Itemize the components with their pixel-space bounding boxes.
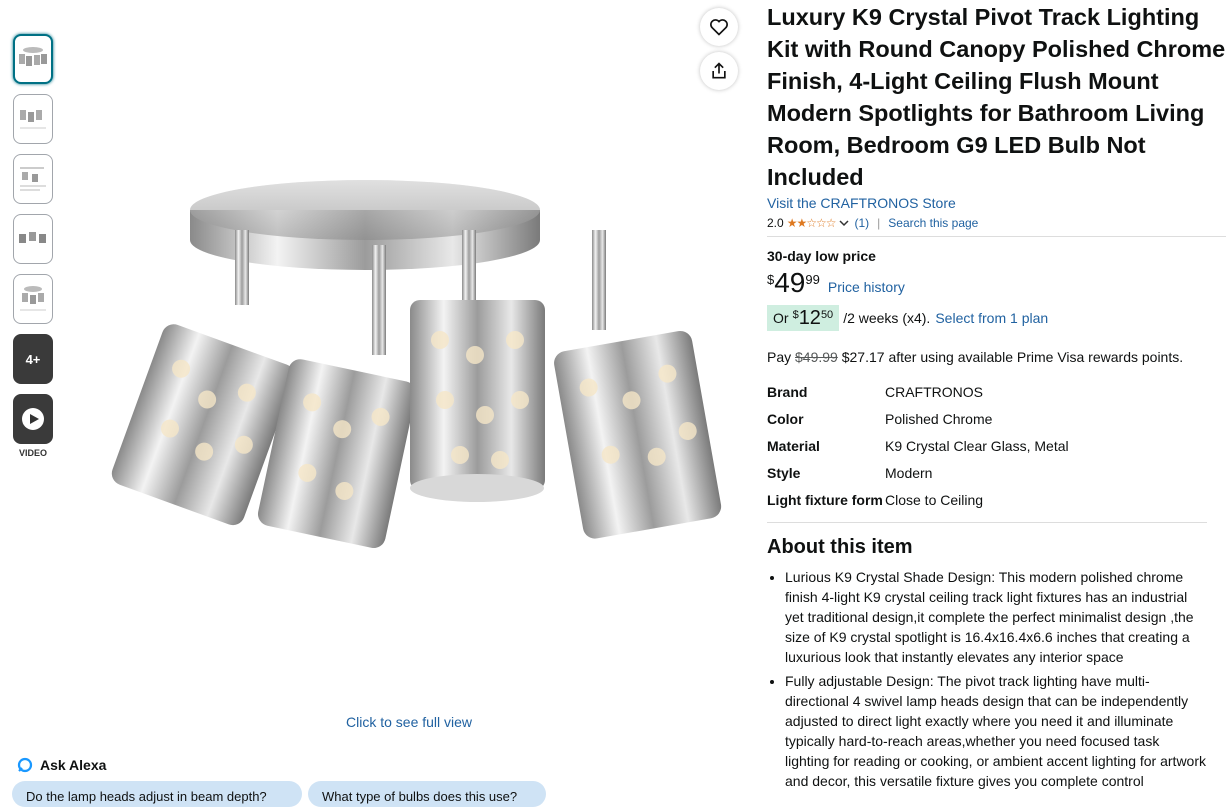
- search-page-link[interactable]: Search this page: [888, 216, 978, 230]
- video-thumbnail[interactable]: [13, 394, 53, 444]
- wishlist-heart-button[interactable]: [700, 8, 738, 46]
- plan-whole: 12: [798, 307, 821, 329]
- alexa-chip-2[interactable]: What type of bulbs does this use?: [308, 781, 546, 807]
- attribute-value: Polished Chrome: [885, 411, 993, 427]
- price-symbol: $: [767, 272, 775, 287]
- attribute-value: K9 Crystal Clear Glass, Metal: [885, 438, 1069, 454]
- rating-count-link[interactable]: (1): [854, 216, 869, 230]
- main-product-image[interactable]: [75, 150, 750, 550]
- divider: [767, 522, 1207, 523]
- price-history-link[interactable]: Price history: [828, 279, 905, 295]
- rating-row: 2.0 ★★☆☆☆ (1) | Search this page: [767, 216, 1226, 237]
- chevron-down-icon[interactable]: [838, 217, 850, 229]
- list-item: Fully adjustable Design: The pivot track…: [785, 671, 1207, 791]
- price-whole: 49: [774, 267, 806, 298]
- alexa-chip-1[interactable]: Do the lamp heads adjust in beam depth?: [12, 781, 302, 807]
- share-icon: [712, 62, 726, 79]
- plan-badge: Or $ 12 50: [767, 305, 840, 331]
- attribute-value: Modern: [885, 465, 933, 481]
- about-heading: About this item: [767, 536, 913, 558]
- ask-alexa-label: Ask Alexa: [40, 757, 107, 773]
- attribute-row: Material K9 Crystal Clear Glass, Metal: [767, 433, 1069, 460]
- plan-fraction: 50: [820, 309, 834, 321]
- share-button[interactable]: [700, 52, 738, 90]
- alexa-suggestions: Do the lamp heads adjust in beam depth? …: [12, 781, 546, 807]
- attribute-key: Material: [767, 438, 820, 454]
- store-link[interactable]: Visit the CRAFTRONOS Store: [767, 195, 1226, 211]
- attribute-key: Light fixture form: [767, 492, 883, 508]
- attribute-row: Brand CRAFTRONOS: [767, 379, 1069, 406]
- pay-suffix: after using available Prime Visa rewards…: [888, 349, 1184, 365]
- attribute-row: Light fixture form Close to Ceiling: [767, 487, 1069, 514]
- thumbnail-2[interactable]: [13, 94, 53, 144]
- list-item: Lurious K9 Crystal Shade Design: This mo…: [785, 567, 1207, 667]
- plan-or: Or: [773, 310, 789, 326]
- thumbnail-5[interactable]: [13, 274, 53, 324]
- product-details: Luxury K9 Crystal Pivot Track Lighting K…: [767, 0, 1226, 795]
- pay-new-price: $27.17: [841, 349, 885, 365]
- low-price-label: 30-day low price: [767, 248, 876, 264]
- price-fraction: 99: [805, 272, 820, 287]
- thumbnail-4[interactable]: [13, 214, 53, 264]
- thumbnail-3[interactable]: [13, 154, 53, 204]
- rating-value: 2.0: [767, 216, 784, 230]
- price: $ 49 99 Price history: [767, 269, 1226, 297]
- alexa-icon: [17, 757, 33, 773]
- full-view-link[interactable]: Click to see full view: [346, 714, 472, 730]
- about-bullets: Lurious K9 Crystal Shade Design: This mo…: [767, 567, 1207, 791]
- thumbnail-1[interactable]: [13, 34, 53, 84]
- play-icon: [22, 408, 44, 430]
- divider: |: [877, 216, 881, 230]
- more-images-label: 4+: [25, 351, 41, 367]
- thumbnail-strip: 4+ VIDEO: [13, 34, 53, 458]
- attribute-value: CRAFTRONOS: [885, 384, 983, 400]
- attribute-row: Color Polished Chrome: [767, 406, 1069, 433]
- prime-visa-offer: Pay $49.99 $27.17 after using available …: [767, 349, 1226, 365]
- product-title: Luxury K9 Crystal Pivot Track Lighting K…: [767, 4, 1226, 190]
- video-label: VIDEO: [18, 448, 47, 458]
- attributes-table: Brand CRAFTRONOS Color Polished Chrome Mat…: [767, 379, 1069, 514]
- more-images-thumbnail[interactable]: 4+: [13, 334, 53, 384]
- pay-old-price: $49.99: [795, 349, 838, 365]
- ask-alexa[interactable]: Ask Alexa: [16, 756, 106, 774]
- plan-terms: /2 weeks (x4).: [843, 310, 931, 326]
- pay-prefix: Pay: [767, 349, 792, 365]
- attribute-value: Close to Ceiling: [885, 492, 984, 508]
- attribute-key: Brand: [767, 384, 808, 400]
- payment-plan: Or $ 12 50 /2 weeks (x4). Select from 1 …: [767, 305, 1226, 331]
- heart-icon: [710, 19, 728, 36]
- attribute-key: Style: [767, 465, 801, 481]
- attribute-row: Style Modern: [767, 460, 1069, 487]
- attribute-key: Color: [767, 411, 804, 427]
- star-rating-icon[interactable]: ★★☆☆☆: [787, 216, 837, 230]
- select-plan-link[interactable]: Select from 1 plan: [935, 310, 1048, 326]
